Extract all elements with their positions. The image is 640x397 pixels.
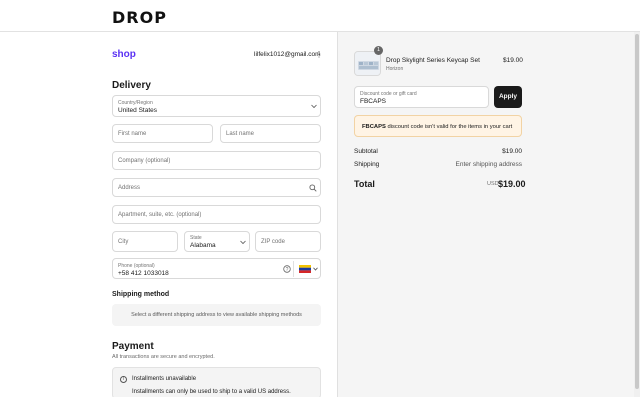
venezuela-flag-icon[interactable] [299, 265, 311, 273]
apartment-placeholder: Apartment, suite, etc. (optional) [118, 212, 202, 218]
phone-divider [293, 261, 294, 277]
apartment-input[interactable]: Apartment, suite, etc. (optional) [112, 205, 321, 224]
chevron-down-icon [311, 104, 317, 109]
scrollbar-thumb[interactable] [635, 34, 639, 389]
keycap-image [355, 52, 380, 75]
phone-value: +58 412 1033018 [118, 270, 169, 277]
site-header: DROP [0, 0, 640, 32]
subtotal-label: Subtotal [354, 148, 378, 155]
delivery-heading: Delivery [112, 80, 151, 91]
quantity-badge: 1 [374, 46, 383, 55]
shipping-value: Enter shipping address [455, 161, 523, 168]
payment-subtitle: All transactions are secure and encrypte… [112, 354, 215, 360]
chevron-down-icon [313, 267, 318, 271]
state-value: Alabama [190, 242, 216, 249]
phone-input[interactable]: Phone (optional) +58 412 1033018 ? [112, 258, 321, 279]
discount-warning-text: FBCAPS discount code isn't valid for the… [362, 124, 512, 130]
svg-text:?: ? [286, 267, 289, 273]
total-currency: USD [487, 181, 499, 187]
installments-title: Installments unavailable [132, 376, 197, 382]
company-input[interactable]: Company (optional) [112, 151, 321, 170]
help-icon[interactable]: ? [283, 265, 291, 273]
state-label: State [190, 235, 202, 241]
shipping-label: Shipping [354, 161, 380, 168]
discount-value: FBCAPS [360, 98, 387, 105]
warning-message: discount code isn't valid for the items … [385, 124, 513, 130]
chevron-down-icon [240, 240, 246, 245]
product-price: $19.00 [503, 57, 523, 64]
shipping-method-heading: Shipping method [112, 291, 170, 298]
zip-placeholder: ZIP code [261, 239, 285, 245]
total-label: Total [354, 179, 375, 189]
last-name-input[interactable]: Last name [220, 124, 321, 143]
country-label: Country/Region [118, 100, 153, 106]
discount-label: Discount code or gift card [360, 91, 417, 97]
company-placeholder: Company (optional) [118, 158, 171, 164]
shipping-method-box: Select a different shipping address to v… [112, 304, 321, 326]
apply-button[interactable]: Apply [494, 86, 522, 108]
city-placeholder: City [118, 239, 129, 245]
first-name-input[interactable]: First name [112, 124, 213, 143]
installments-notice: i Installments unavailable Installments … [112, 367, 321, 397]
search-icon [309, 184, 317, 192]
kebab-icon[interactable]: ⋮ [315, 50, 323, 59]
country-select[interactable]: Country/Region United States [112, 95, 321, 117]
installments-message: Installments can only be used to ship to… [132, 389, 291, 395]
shipping-method-message: Select a different shipping address to v… [131, 312, 302, 318]
product-variant: Horizon [386, 66, 404, 72]
state-select[interactable]: State Alabama [184, 231, 250, 252]
discount-warning: FBCAPS discount code isn't valid for the… [354, 115, 522, 137]
info-icon: i [120, 376, 127, 383]
first-name-placeholder: First name [118, 131, 147, 137]
zip-input[interactable]: ZIP code [255, 231, 321, 252]
address-placeholder: Address [118, 185, 141, 191]
warning-code: FBCAPS [362, 124, 386, 130]
country-value: United States [118, 107, 158, 114]
last-name-placeholder: Last name [226, 131, 255, 137]
subtotal-value: $19.00 [502, 148, 522, 155]
payment-heading: Payment [112, 341, 154, 352]
shop-pay-link[interactable]: shop [112, 49, 136, 60]
city-input[interactable]: City [112, 231, 178, 252]
product-name: Drop Skylight Series Keycap Set [386, 57, 480, 64]
phone-label: Phone (optional) [118, 263, 155, 269]
total-value: $19.00 [498, 179, 526, 189]
account-email: lilfelix1012@gmail.com [254, 51, 321, 58]
discount-code-input[interactable]: Discount code or gift card FBCAPS [354, 86, 489, 108]
address-input[interactable]: Address [112, 178, 321, 197]
drop-logo[interactable]: DROP [112, 8, 167, 27]
